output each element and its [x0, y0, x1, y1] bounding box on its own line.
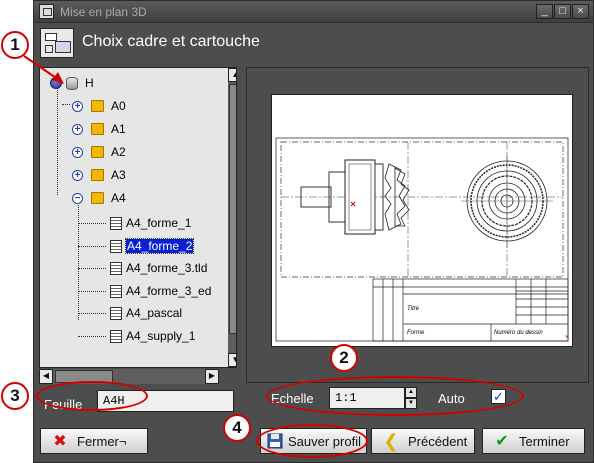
annotation-2: 2: [330, 344, 358, 372]
annotation-3: 3: [1, 382, 29, 410]
annotation-ellipse-3: [36, 381, 148, 411]
annotation-ellipse-4: [256, 424, 368, 458]
annotation-1: 1: [1, 31, 29, 59]
annotation-4: 4: [223, 414, 251, 442]
annotation-ellipse-2: [266, 376, 524, 416]
